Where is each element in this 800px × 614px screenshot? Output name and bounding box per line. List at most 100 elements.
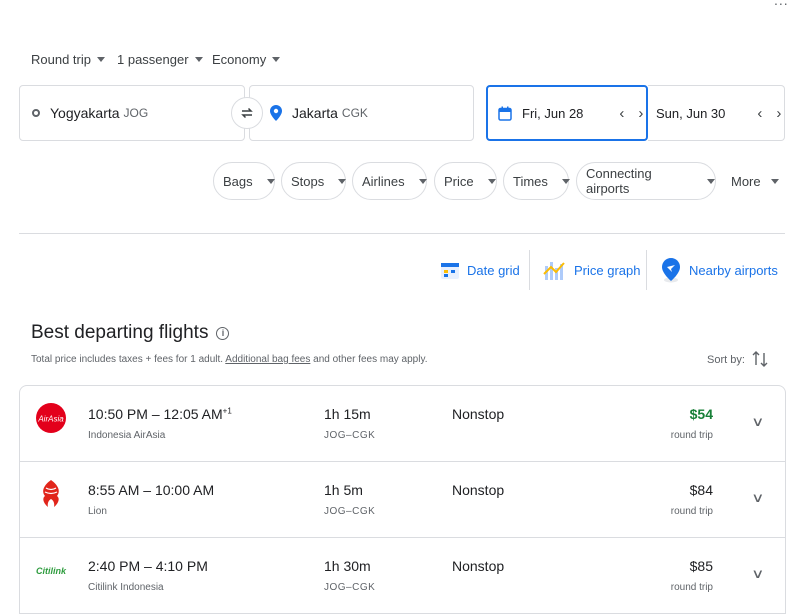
destination-field[interactable]: Jakarta CGK [249, 85, 474, 141]
filter-label: Connecting airports [586, 166, 652, 196]
price-graph-label: Price graph [574, 262, 641, 278]
caret-down-icon [770, 178, 779, 184]
filter-price[interactable]: Price [434, 162, 497, 200]
airline-name: Lion [88, 506, 107, 517]
caret-down-icon [272, 57, 281, 62]
trip-type: round trip [670, 506, 713, 517]
caret-down-icon [96, 57, 105, 62]
trip-type: round trip [670, 430, 713, 441]
filter-label: Airlines [362, 173, 405, 189]
depart-time: 10:50 PM [88, 406, 148, 422]
depart-date-field[interactable]: Fri, Jun 28 ‹ › [486, 85, 648, 141]
origin-code: JOG [123, 106, 149, 120]
results-heading: Best departing flights i [31, 322, 230, 344]
filter-stops[interactable]: Stops [281, 162, 347, 200]
origin-city: Yogyakarta [50, 105, 120, 121]
trip-type-select[interactable]: Round trip [31, 52, 105, 67]
caret-down-icon [561, 178, 570, 184]
route: JOG–CGK [324, 582, 376, 593]
filter-connecting-airports[interactable]: Connecting airports [576, 162, 716, 200]
origin-field[interactable]: Yogyakarta JOG [19, 85, 245, 141]
depart-date: Fri, Jun 28 [522, 105, 584, 121]
date-grid-label: Date grid [467, 262, 520, 278]
price-graph-icon [543, 262, 565, 280]
caret-down-icon [707, 178, 715, 184]
airline-name: Citilink Indonesia [88, 582, 164, 593]
filter-times[interactable]: Times [503, 162, 570, 200]
flight-results-list: AirAsia 10:50 PM – 12:05 AM+1 Indonesia … [19, 385, 786, 614]
chevron-left-icon[interactable]: ‹ [757, 105, 762, 122]
tool-separator [529, 250, 530, 290]
chevron-right-icon[interactable]: › [776, 105, 781, 122]
airasia-logo: AirAsia [36, 403, 66, 433]
arrive-time: 4:10 PM [155, 558, 208, 574]
filter-label: Bags [223, 173, 253, 189]
more-options-icon[interactable]: ... [774, 0, 789, 8]
nearby-airports-button[interactable]: Nearby airports [660, 250, 778, 290]
chevron-right-icon[interactable]: › [638, 105, 643, 122]
swap-button[interactable] [231, 97, 263, 129]
arrive-time: 10:00 AM [154, 482, 215, 498]
date-grid-button[interactable]: Date grid [440, 250, 520, 290]
chevron-left-icon[interactable]: ‹ [619, 105, 624, 122]
calendar-icon [498, 106, 512, 121]
stops: Nonstop [452, 558, 505, 574]
flight-row[interactable]: Citilink 2:40 PM – 4:10 PM Citilink Indo… [20, 538, 785, 614]
sort-icon [752, 351, 768, 367]
filter-airlines[interactable]: Airlines [352, 162, 427, 200]
depart-time: 8:55 AM [88, 482, 140, 498]
return-date-field[interactable]: Sun, Jun 30 ‹ › [648, 85, 785, 141]
results-subtitle: Total price includes taxes + fees for 1 … [31, 354, 427, 365]
airline-name: Indonesia AirAsia [88, 430, 166, 441]
citilink-logo: Citilink [36, 566, 67, 576]
price-graph-button[interactable]: Price graph [543, 250, 640, 290]
flight-times: 2:40 PM – 4:10 PM [88, 558, 208, 574]
svg-text:AirAsia: AirAsia [37, 415, 64, 424]
filter-label: Stops [291, 173, 325, 189]
chevron-down-icon[interactable]: ∨ [752, 566, 765, 582]
destination-code: CGK [341, 106, 368, 120]
cabin-class-select[interactable]: Economy [212, 52, 281, 67]
stops: Nonstop [452, 482, 505, 498]
price-note-end: and other fees may apply. [313, 354, 428, 365]
trip-type: round trip [670, 582, 713, 593]
info-icon[interactable]: i [216, 326, 230, 340]
sort-by-label: Sort by: [707, 354, 745, 366]
bag-fees-link[interactable]: Additional bag fees [225, 354, 310, 365]
flight-times: 10:50 PM – 12:05 AM+1 [88, 406, 232, 422]
price: $85 [689, 558, 713, 574]
tool-separator [646, 250, 647, 290]
caret-down-icon [194, 57, 203, 62]
caret-down-icon [487, 178, 496, 184]
passengers-select[interactable]: 1 passenger [117, 52, 203, 67]
sort-button[interactable] [752, 349, 768, 374]
svg-text:Citilink: Citilink [36, 566, 67, 576]
nearby-airports-icon [662, 258, 680, 283]
duration: 1h 5m [324, 482, 363, 498]
more-filters-label: More [731, 173, 761, 189]
chevron-down-icon[interactable]: ∨ [752, 490, 765, 506]
results-title: Best departing flights [31, 322, 209, 343]
date-grid-icon [441, 263, 459, 279]
duration: 1h 30m [324, 558, 371, 574]
price: $84 [689, 482, 713, 498]
duration: 1h 15m [324, 406, 371, 422]
destination-city: Jakarta [292, 105, 338, 121]
price-note: Total price includes taxes + fees for 1 … [31, 354, 224, 365]
flight-row[interactable]: 8:55 AM – 10:00 AM Lion 1h 5m JOG–CGK No… [20, 462, 785, 538]
nearby-airports-label: Nearby airports [689, 262, 778, 278]
filter-label: Times [513, 173, 548, 189]
lion-air-logo [43, 480, 59, 507]
caret-down-icon [418, 178, 427, 184]
flight-row[interactable]: AirAsia 10:50 PM – 12:05 AM+1 Indonesia … [20, 386, 785, 462]
chevron-down-icon[interactable]: ∨ [752, 414, 765, 430]
caret-down-icon [338, 178, 347, 184]
origin-circle-icon [32, 109, 40, 117]
trip-type-label: Round trip [31, 52, 91, 67]
more-filters-button[interactable]: More [731, 162, 779, 200]
price: $54 [689, 406, 713, 422]
filter-bags[interactable]: Bags [213, 162, 275, 200]
cabin-class-label: Economy [212, 52, 267, 67]
depart-time: 2:40 PM [88, 558, 141, 574]
location-pin-icon [270, 105, 282, 121]
